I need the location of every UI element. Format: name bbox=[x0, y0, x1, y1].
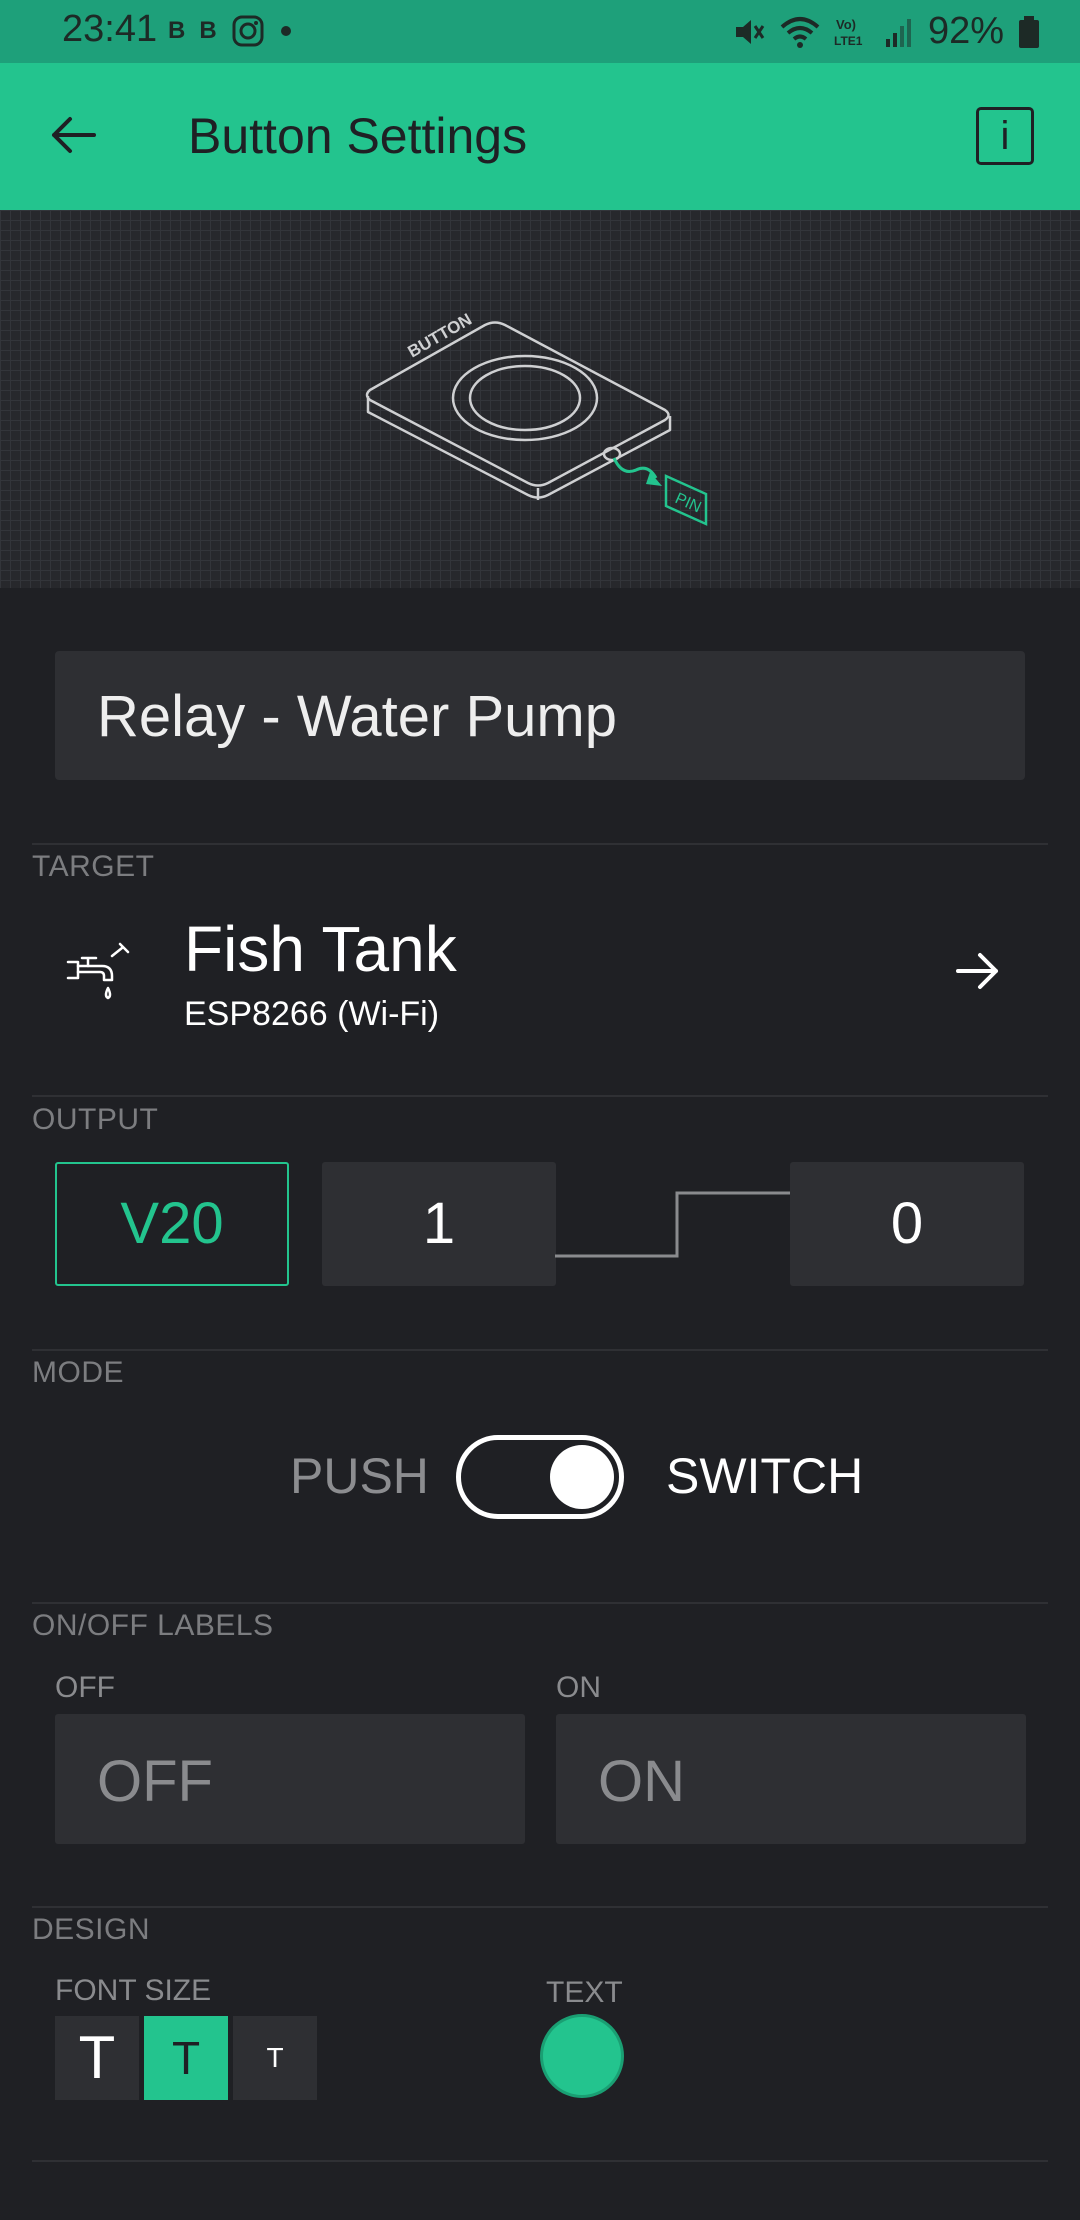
font-size-large-button[interactable]: T bbox=[55, 2016, 139, 2100]
mute-icon bbox=[735, 19, 765, 44]
divider bbox=[32, 1349, 1048, 1351]
on-label-placeholder: ON bbox=[598, 1749, 685, 1814]
target-selector[interactable]: Fish Tank ESP8266 (Wi-Fi) bbox=[0, 890, 1080, 1040]
toggle-knob bbox=[550, 1445, 614, 1509]
output-section-label: OUTPUT bbox=[32, 1103, 159, 1136]
mode-push-label[interactable]: PUSH bbox=[290, 1447, 429, 1505]
back-arrow-icon bbox=[52, 117, 96, 153]
signal-icon bbox=[885, 18, 911, 47]
pin-illustration-label: PIN bbox=[672, 490, 703, 516]
labels-section-label: ON/OFF LABELS bbox=[32, 1609, 274, 1642]
divider bbox=[32, 1095, 1048, 1097]
font-size-medium-button[interactable]: T bbox=[144, 2016, 228, 2100]
on-label-input[interactable]: ON bbox=[556, 1714, 1026, 1844]
info-button[interactable]: i bbox=[976, 107, 1034, 165]
status-bar: 23:41 B B Vo) LTE1 92% bbox=[0, 0, 1080, 63]
divider bbox=[32, 1602, 1048, 1604]
divider bbox=[32, 2160, 1048, 2162]
page-title: Button Settings bbox=[188, 108, 528, 164]
text-color-label: TEXT bbox=[546, 1976, 623, 2009]
off-label-placeholder: OFF bbox=[97, 1749, 213, 1814]
app-bar: Button Settings i bbox=[0, 63, 1080, 210]
divider bbox=[32, 843, 1048, 845]
font-size-label: FONT SIZE bbox=[55, 1974, 212, 2007]
dot-icon bbox=[280, 26, 291, 36]
target-device: ESP8266 (Wi-Fi) bbox=[184, 995, 440, 1033]
svg-text:Vo): Vo) bbox=[836, 17, 856, 32]
widget-name-value: Relay - Water Pump bbox=[97, 684, 617, 749]
widget-illustration: BUTTON PIN bbox=[0, 210, 1080, 588]
volte-icon: Vo) LTE1 bbox=[834, 17, 863, 48]
blynk-notification-icon: B bbox=[168, 17, 186, 44]
pin-selector[interactable]: V20 bbox=[55, 1162, 289, 1286]
faucet-icon bbox=[66, 942, 130, 1000]
mode-section-label: MODE bbox=[32, 1356, 124, 1389]
target-name: Fish Tank bbox=[184, 913, 457, 985]
text-color-swatch[interactable] bbox=[540, 2014, 624, 2098]
blynk-notification-icon: B bbox=[199, 17, 217, 44]
on-label-caption: ON bbox=[556, 1671, 601, 1704]
instagram-icon bbox=[232, 15, 264, 47]
font-size-small-button[interactable]: T bbox=[233, 2016, 317, 2100]
mode-toggle[interactable] bbox=[456, 1435, 624, 1519]
divider bbox=[32, 1906, 1048, 1908]
off-label-input[interactable]: OFF bbox=[55, 1714, 525, 1844]
svg-text:LTE1: LTE1 bbox=[834, 34, 863, 48]
target-section-label: TARGET bbox=[32, 850, 155, 883]
battery-percent: 92% bbox=[927, 10, 1004, 52]
output-high-value-input[interactable]: 0 bbox=[790, 1162, 1024, 1286]
off-label-caption: OFF bbox=[55, 1671, 115, 1704]
mode-switch-label[interactable]: SWITCH bbox=[666, 1447, 863, 1505]
wifi-icon bbox=[780, 16, 820, 48]
output-low-value-input[interactable]: 1 bbox=[322, 1162, 556, 1286]
battery-icon bbox=[1019, 15, 1039, 48]
back-button[interactable] bbox=[44, 105, 104, 165]
arrow-right-icon bbox=[956, 953, 998, 989]
status-time: 23:41 bbox=[62, 8, 158, 50]
notification-icons: B B bbox=[168, 14, 293, 48]
button-illustration-icon: BUTTON PIN bbox=[365, 310, 708, 526]
design-section-label: DESIGN bbox=[32, 1913, 151, 1946]
output-wave-icon bbox=[555, 1191, 793, 1258]
status-right: Vo) LTE1 92% bbox=[732, 10, 1040, 53]
widget-name-input[interactable]: Relay - Water Pump bbox=[55, 651, 1025, 780]
